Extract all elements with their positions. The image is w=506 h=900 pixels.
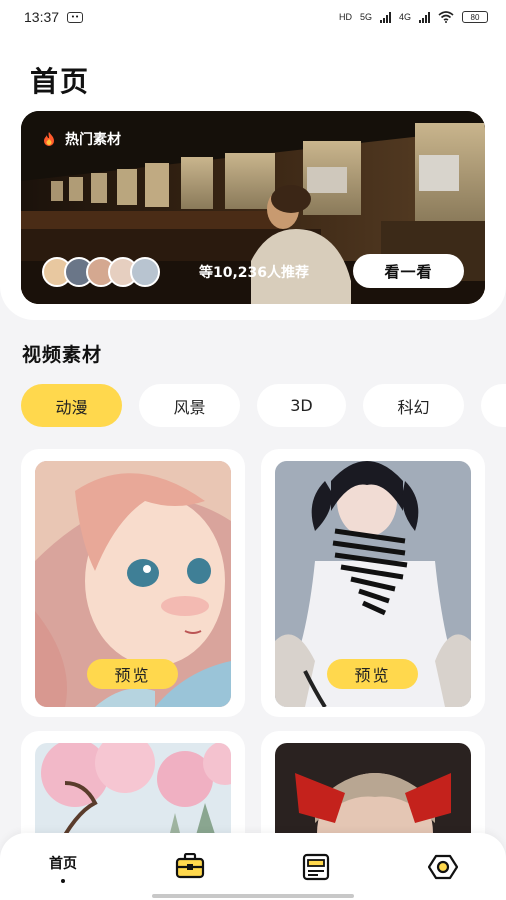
nav-home-label: 首页 — [49, 856, 77, 872]
active-indicator — [61, 879, 65, 883]
section-title: 视频素材 — [22, 344, 103, 366]
preview-button[interactable]: 预览 — [87, 659, 178, 689]
battery-icon: 80 — [462, 11, 488, 23]
document-icon — [302, 853, 330, 881]
chip-more[interactable] — [481, 384, 506, 427]
avatar — [130, 257, 160, 287]
hd-label: HD — [338, 12, 352, 22]
status-icons: HD 5G 4G 80 — [339, 11, 488, 23]
notification-icon: •• — [67, 11, 84, 23]
material-card[interactable]: 预览 — [261, 449, 485, 717]
5g-label: 5G — [359, 12, 372, 22]
page-title: 首页 — [30, 65, 91, 98]
bottom-nav: 首页 — [0, 833, 506, 900]
briefcase-icon — [175, 853, 205, 879]
4g-label: 4G — [398, 12, 411, 22]
settings-gear-icon — [428, 854, 458, 880]
status-time: 13:37 — [24, 9, 60, 25]
recommender-avatars — [42, 257, 160, 287]
material-card[interactable]: 预览 — [21, 449, 245, 717]
chip-scenery[interactable]: 风景 — [139, 384, 240, 427]
preview-button[interactable]: 预览 — [327, 659, 418, 689]
nav-settings[interactable] — [413, 853, 473, 893]
recommend-count: 等10,236人推荐 — [199, 265, 310, 281]
nav-document[interactable] — [286, 853, 346, 893]
chip-scifi[interactable]: 科幻 — [363, 384, 464, 427]
status-bar: 13:37 •• HD 5G 4G 80 — [0, 0, 506, 34]
chip-anime[interactable]: 动漫 — [21, 384, 122, 427]
home-indicator — [152, 894, 354, 898]
fire-icon — [44, 132, 54, 146]
signal-4g-icon — [419, 11, 430, 23]
hot-material-banner[interactable]: 热门素材 等10,236人推荐 看一看 — [21, 111, 485, 304]
signal-5g-icon — [379, 11, 391, 23]
category-chips: 动漫 风景 3D 科幻 — [21, 384, 506, 427]
wifi-icon — [438, 11, 454, 23]
chip-3d[interactable]: 3D — [257, 384, 346, 427]
banner-tag-label: 热门素材 — [65, 132, 121, 148]
nav-home[interactable]: 首页 — [33, 843, 93, 883]
nav-briefcase[interactable] — [160, 853, 220, 893]
banner-tag: 热门素材 — [41, 129, 121, 149]
look-button[interactable]: 看一看 — [353, 254, 464, 288]
